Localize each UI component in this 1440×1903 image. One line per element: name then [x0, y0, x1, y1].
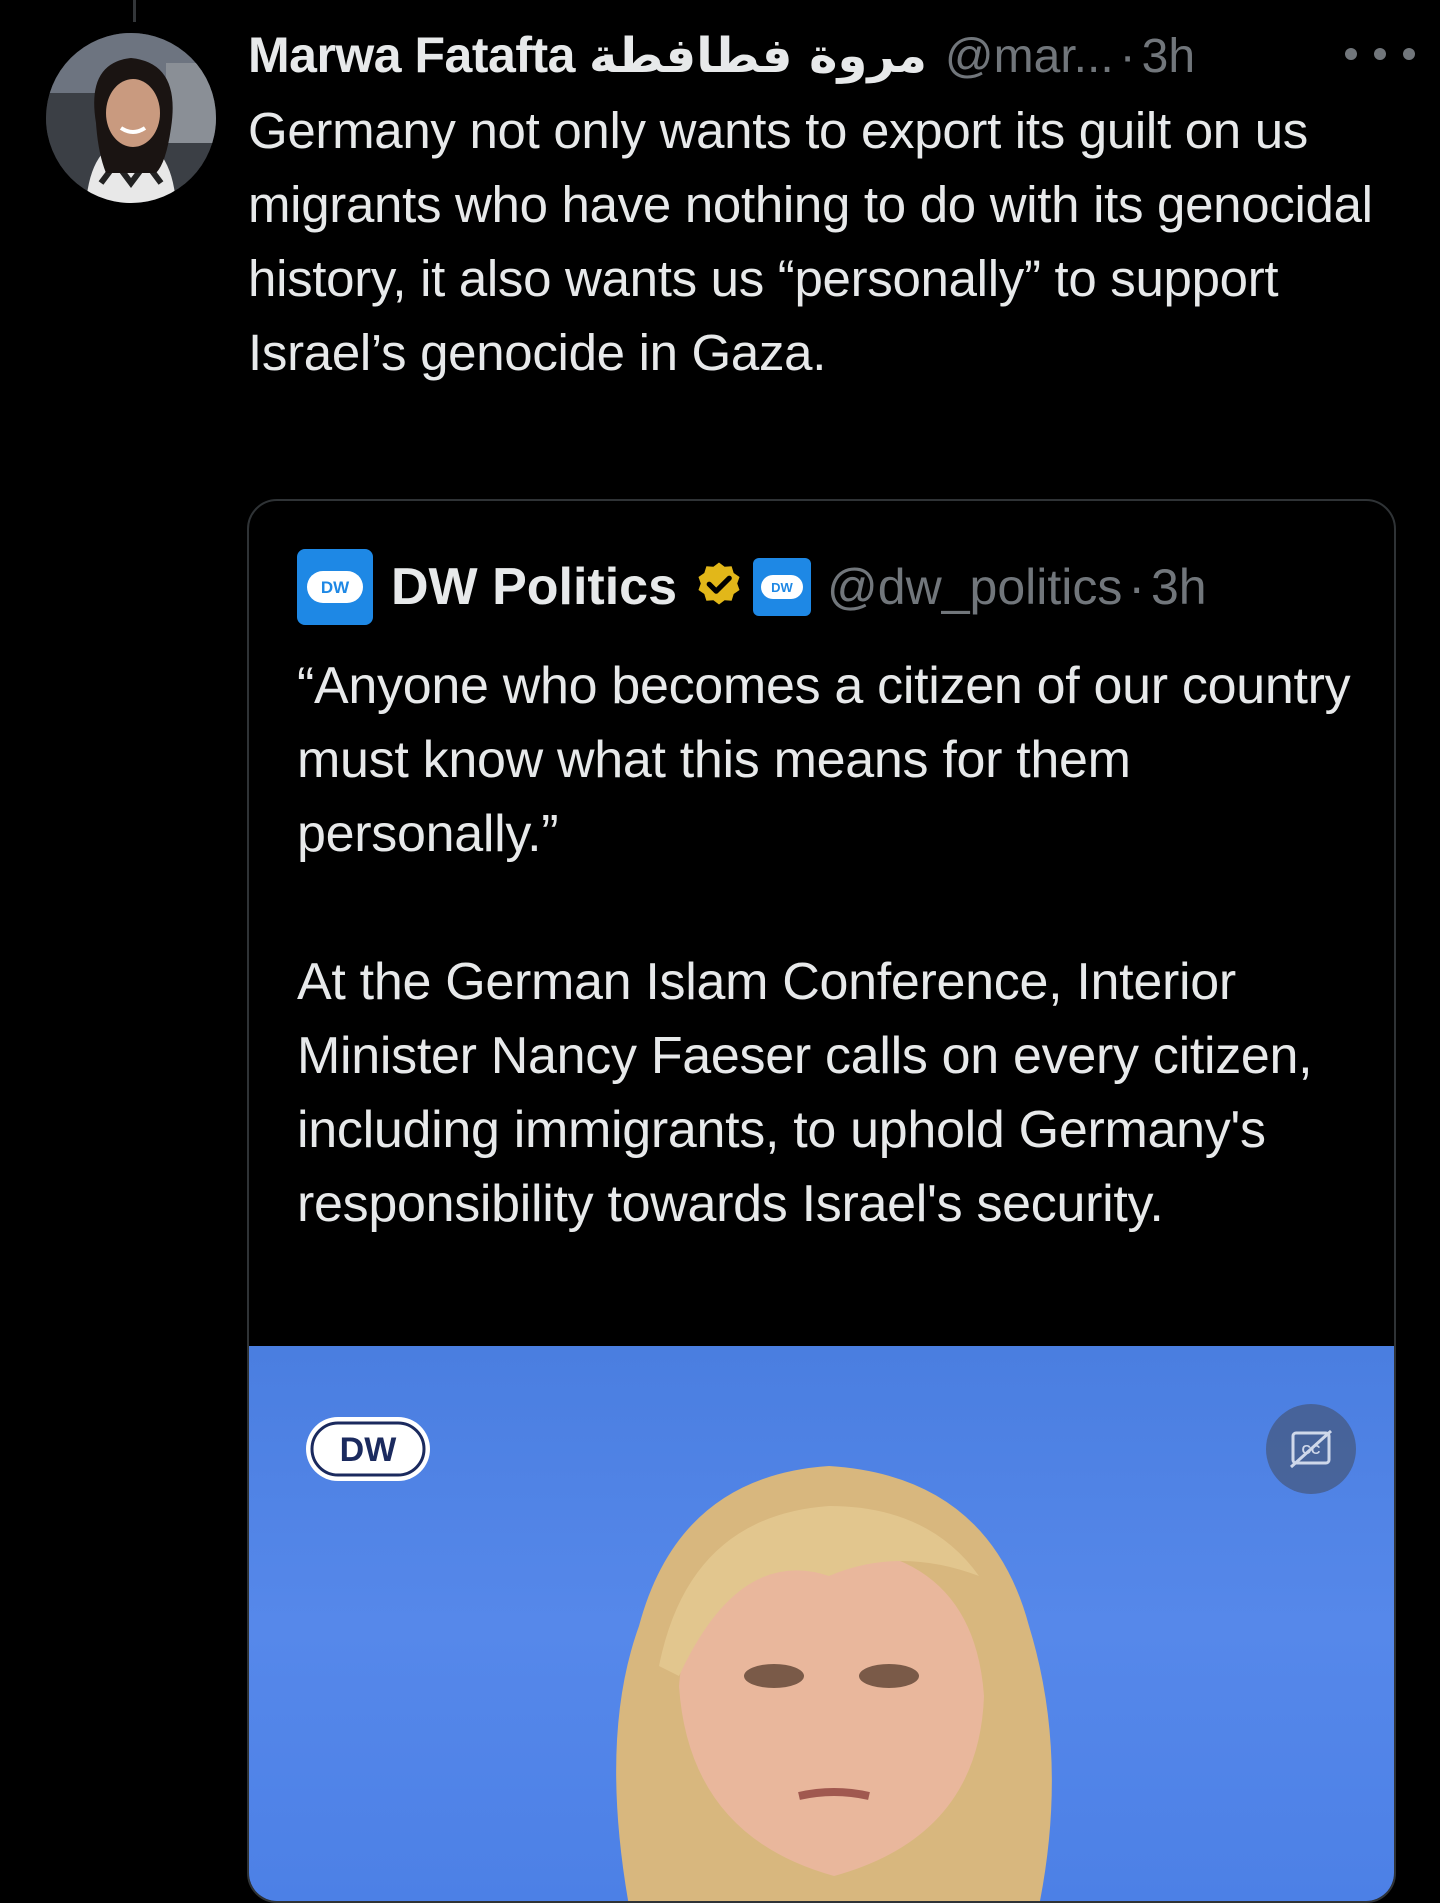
- speaker-image: [616, 1466, 1052, 1901]
- verified-badge-icon: [698, 562, 740, 605]
- separator-dot: ·: [1128, 559, 1145, 615]
- dw-affiliate-icon[interactable]: DW: [753, 558, 812, 616]
- avatar-image: [46, 33, 216, 203]
- quoted-paragraph-1: “Anyone who becomes a citizen of our cou…: [297, 657, 1351, 863]
- separator-dot: ·: [1119, 30, 1136, 83]
- quoted-author-name[interactable]: DW Politics: [391, 557, 677, 617]
- tweet-text: Germany not only wants to export its gui…: [248, 102, 1373, 381]
- video-thumbnail[interactable]: DW CC: [249, 1346, 1394, 1901]
- tweet-header: Marwa Fatafta مروة فطافطة @mar... · 3h: [248, 26, 1398, 90]
- quoted-paragraph-2: At the German Islam Conference, Interior…: [297, 953, 1313, 1233]
- quoted-author-handle[interactable]: @dw_politics: [827, 558, 1122, 616]
- quoted-timestamp[interactable]: 3h: [1151, 558, 1207, 616]
- dw-watermark-icon: DW: [306, 1417, 430, 1481]
- svg-text:DW: DW: [771, 580, 793, 595]
- svg-text:DW: DW: [340, 1431, 398, 1469]
- author-name[interactable]: Marwa Fatafta: [248, 26, 575, 84]
- quoted-tweet[interactable]: DW DW Politics DW @dw_politics · 3h “Any…: [247, 499, 1396, 1903]
- tweet[interactable]: Marwa Fatafta مروة فطافطة @mar... · 3h G…: [248, 26, 1415, 390]
- closed-captions-icon[interactable]: CC: [1266, 1404, 1356, 1494]
- timestamp[interactable]: 3h: [1142, 29, 1195, 84]
- dw-logo-icon[interactable]: DW: [297, 549, 373, 625]
- quoted-tweet-text: “Anyone who becomes a citizen of our cou…: [297, 649, 1357, 1241]
- author-name-arabic[interactable]: مروة فطافطة: [589, 28, 927, 84]
- svg-text:DW: DW: [321, 578, 350, 597]
- avatar[interactable]: [46, 33, 216, 203]
- quoted-tweet-header: DW DW Politics DW @dw_politics · 3h: [297, 549, 1207, 625]
- thread-line: [133, 0, 136, 22]
- author-handle[interactable]: @mar...: [945, 29, 1114, 84]
- more-horizontal-icon[interactable]: [1345, 34, 1415, 74]
